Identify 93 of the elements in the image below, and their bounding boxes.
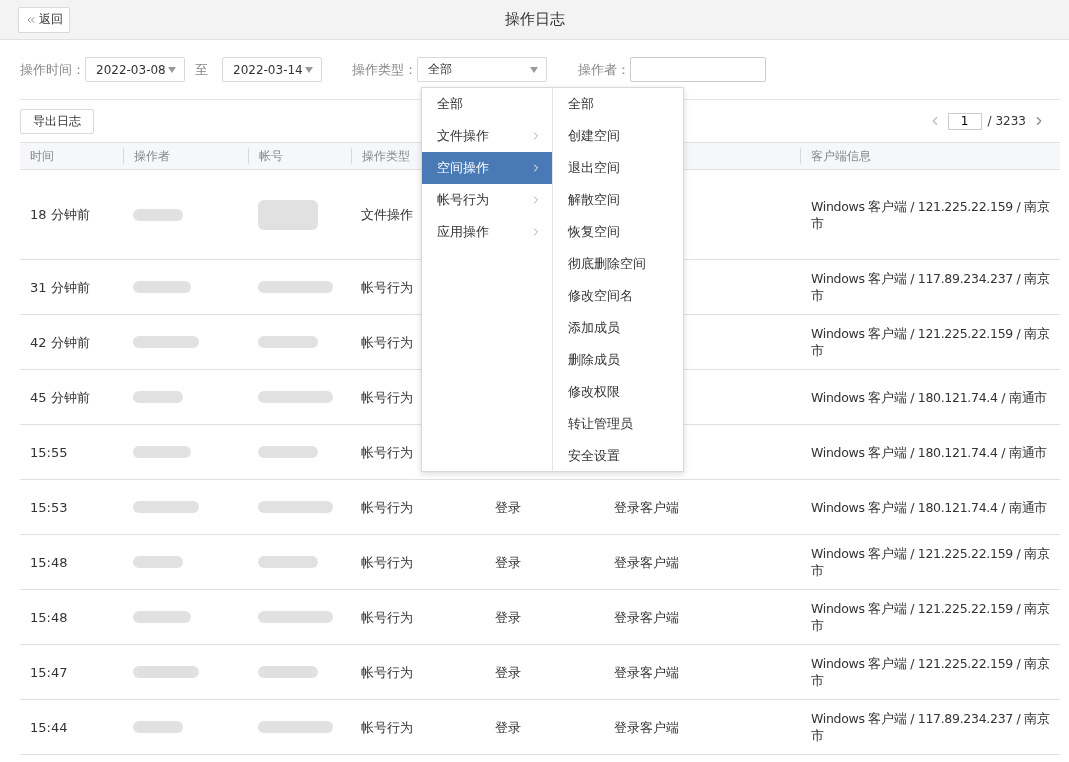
table-cell-text: 15:44 [29, 718, 69, 736]
redacted-text [133, 721, 183, 733]
redacted-text [258, 666, 318, 678]
redacted-text [133, 611, 191, 623]
submenu-item[interactable]: 解散空间 [553, 184, 683, 216]
table-cell-text: 登录 [494, 663, 522, 681]
table-cell-text: 45 分钟前 [29, 388, 91, 406]
table-cell-text: 42 分钟前 [29, 333, 91, 351]
redacted-text [258, 556, 318, 568]
table-cell-text: 帐号行为 [360, 278, 414, 296]
table-cell-text: 登录客户端 [613, 498, 680, 516]
table-cell-text: Windows 客户端 / 121.225.22.159 / 南京市 [810, 545, 1051, 579]
table-cell-text: 登录客户端 [613, 663, 680, 681]
export-button[interactable]: 导出日志 [20, 108, 94, 134]
redacted-text [133, 208, 183, 221]
submenu-item[interactable]: 添加成员 [553, 312, 683, 344]
table-cell-text: 登录客户端 [613, 718, 680, 736]
redacted-text [258, 336, 318, 348]
redacted-text [258, 199, 318, 230]
table-cell-text: 15:53 [29, 498, 69, 516]
submenu-item[interactable]: 恢复空间 [553, 216, 683, 248]
submenu-item[interactable]: 修改权限 [553, 376, 683, 408]
table-cell-text: 帐号行为 [360, 553, 414, 571]
table-cell-text: Windows 客户端 / 180.121.74.4 / 南通市 [810, 388, 1048, 406]
caret-icon [305, 66, 313, 73]
table-cell-text: 15:47 [29, 663, 69, 681]
submenu-item[interactable]: 安全设置 [553, 440, 683, 472]
column-header: 客户端信息 [811, 149, 871, 163]
table-cell-text: 登录 [494, 498, 522, 516]
back-button[interactable]: 返回 [18, 6, 70, 33]
redacted-text [133, 446, 191, 458]
page-total: / 3233 [987, 114, 1026, 128]
date-separator: 至 [195, 60, 208, 79]
submenu-item[interactable]: 删除成员 [553, 344, 683, 376]
redacted-text [133, 391, 183, 403]
caret-icon [530, 66, 538, 73]
table-cell-text: 登录客户端 [613, 553, 680, 571]
submenu-item[interactable]: 修改空间名 [553, 280, 683, 312]
table-cell-text: Windows 客户端 / 117.89.234.237 / 南京市 [810, 270, 1051, 304]
menu-item[interactable]: 帐号行为 [422, 184, 552, 216]
table-cell-text: Windows 客户端 / 180.121.74.4 / 南通市 [810, 443, 1048, 461]
operator-field[interactable] [630, 57, 766, 82]
submenu-item[interactable]: 退出空间 [553, 152, 683, 184]
type-select[interactable]: 全部 [417, 57, 547, 82]
submenu-item[interactable]: 全部 [553, 88, 683, 120]
table-cell-text: Windows 客户端 / 121.225.22.159 / 南京市 [810, 655, 1051, 689]
column-header: 时间 [30, 149, 54, 163]
table-cell-text: 登录 [494, 718, 522, 736]
table-cell-text: 15:48 [29, 608, 69, 626]
table-cell-text: 登录 [494, 553, 522, 571]
menu-item[interactable]: 全部 [422, 88, 552, 120]
table-cell-text: 31 分钟前 [29, 278, 91, 296]
redacted-text [133, 501, 199, 513]
page-field[interactable]: 1 [947, 112, 982, 130]
menu-item[interactable]: 应用操作 [422, 216, 552, 248]
table-cell-text: 帐号行为 [360, 333, 414, 351]
table-cell-text: 帐号行为 [360, 498, 414, 516]
table-cell-text: 帐号行为 [360, 718, 414, 736]
page-title: 操作日志 [504, 10, 565, 28]
table-cell-text: 15:55 [29, 443, 69, 461]
table-cell-text: 帐号行为 [360, 388, 414, 406]
redacted-text [258, 446, 318, 458]
table-cell-text: Windows 客户端 / 121.225.22.159 / 南京市 [810, 325, 1051, 359]
table-cell-text: Windows 客户端 / 121.225.22.159 / 南京市 [810, 600, 1051, 634]
redacted-text [133, 556, 183, 568]
column-header: 操作者 [134, 149, 170, 163]
table-cell-text: 帐号行为 [360, 663, 414, 681]
menu-item[interactable]: 文件操作 [422, 120, 552, 152]
table-cell-text: 帐号行为 [360, 608, 414, 626]
table-cell-text: 18 分钟前 [29, 206, 91, 223]
redacted-text [133, 666, 199, 678]
column-header: 操作类型 [362, 149, 410, 163]
column-header: 帐号 [259, 149, 283, 163]
submenu-item[interactable]: 创建空间 [553, 120, 683, 152]
table-cell-text: 登录 [494, 608, 522, 626]
date-to-select[interactable]: 2022-03-14 [222, 57, 322, 82]
redacted-text [133, 336, 199, 348]
submenu-item[interactable]: 转让管理员 [553, 408, 683, 440]
caret-icon [168, 66, 176, 73]
table-cell-text: 15:48 [29, 553, 69, 571]
table-cell-text: Windows 客户端 / 121.225.22.159 / 南京市 [810, 197, 1051, 232]
table-cell-text: Windows 客户端 / 180.121.74.4 / 南通市 [810, 498, 1048, 516]
date-from-select[interactable]: 2022-03-08 [85, 57, 185, 82]
submenu-item[interactable]: 彻底删除空间 [553, 248, 683, 280]
type-label: 操作类型： [352, 60, 417, 79]
table-cell-text: Windows 客户端 / 117.89.234.237 / 南京市 [810, 710, 1051, 744]
table-cell-text: 帐号行为 [360, 443, 414, 461]
operator-label: 操作者： [578, 60, 630, 79]
table-cell-text: 登录客户端 [613, 608, 680, 626]
menu-item[interactable]: 空间操作 [422, 152, 552, 184]
time-label: 操作时间： [20, 60, 85, 79]
table-cell-text: 文件操作 [360, 206, 414, 223]
redacted-text [133, 281, 191, 293]
